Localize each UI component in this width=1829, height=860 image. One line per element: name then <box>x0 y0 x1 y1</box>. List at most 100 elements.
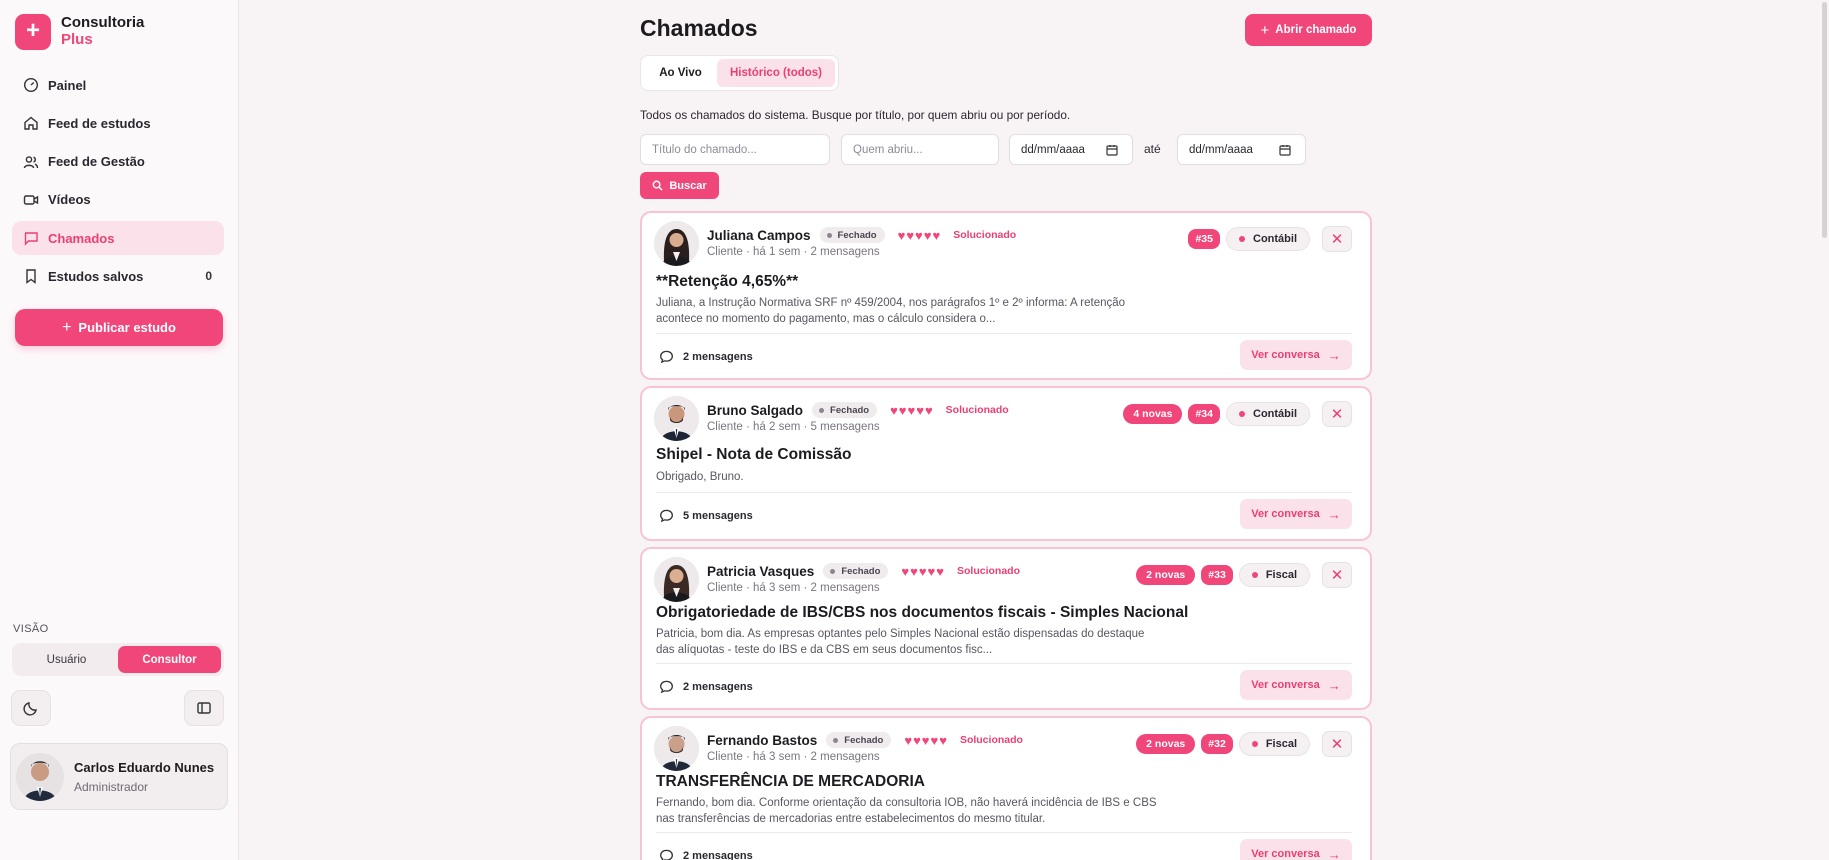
sidebar-item-feed-estudos[interactable]: Feed de estudos <box>12 106 224 140</box>
ticket-badges: 2 novas #32 Fiscal ✕ <box>1136 731 1352 757</box>
page-scrollbar[interactable] <box>1819 0 1829 860</box>
plus-icon: + <box>62 318 72 336</box>
ticket-card[interactable]: Bruno Salgado Fechado ♥♥♥♥♥ Solucionado … <box>640 386 1372 541</box>
chat-icon <box>24 232 38 246</box>
user-name: Carlos Eduardo Nunes <box>74 759 215 775</box>
publish-study-button[interactable]: + Publicar estudo <box>15 309 223 346</box>
divider <box>656 663 1352 664</box>
home-icon <box>24 116 38 130</box>
ticket-title: Shipel - Nota de Comissão <box>656 446 852 463</box>
ticket-excerpt: Obrigado, Bruno. <box>656 471 744 483</box>
ticket-meta: Cliente · há 2 sem · 5 mensagens <box>707 421 880 433</box>
view-conversation-button[interactable]: Ver conversa → <box>1240 670 1352 700</box>
category-label: Fiscal <box>1265 738 1297 750</box>
message-count-label: 2 mensagens <box>683 350 753 363</box>
ticket-author-name: Patricia Vasques <box>707 563 815 579</box>
view-option-consultor[interactable]: Consultor <box>118 646 221 673</box>
category-badge: Fiscal <box>1238 563 1310 587</box>
close-icon[interactable]: ✕ <box>1322 562 1352 588</box>
author-search-input[interactable]: Quem abriu... <box>841 134 999 165</box>
close-icon[interactable]: ✕ <box>1322 731 1352 757</box>
resolution-label: Solucionado <box>956 565 1020 577</box>
ticket-number-badge: #32 <box>1201 734 1233 754</box>
ticket-card[interactable]: Juliana Campos Fechado ♥♥♥♥♥ Solucionado… <box>640 211 1372 380</box>
ticket-header: Juliana Campos Fechado ♥♥♥♥♥ Solucionado <box>707 227 1016 243</box>
open-ticket-button[interactable]: + Abrir chamado <box>1245 14 1372 46</box>
status-badge: Fechado <box>812 402 878 418</box>
message-count-label: 5 mensagens <box>683 509 753 522</box>
category-badge: Fiscal <box>1238 732 1310 756</box>
message-count: 2 mensagens <box>659 848 753 860</box>
sidebar-item-label: Chamados <box>48 230 115 246</box>
user-card[interactable]: Carlos Eduardo Nunes Administrador <box>10 743 228 810</box>
arrow-right-icon: → <box>1327 347 1341 363</box>
ticket-card[interactable]: Fernando Bastos Fechado ♥♥♥♥♥ Solucionad… <box>640 716 1372 860</box>
date-to-input[interactable]: dd/mm/aaaa <box>1177 134 1306 165</box>
scrollbar-thumb[interactable] <box>1822 2 1827 238</box>
saved-count: 0 <box>205 269 212 284</box>
brand[interactable]: + Consultoria Plus <box>15 14 144 50</box>
sidebar: + Consultoria Plus Painel Feed de estudo… <box>0 0 239 860</box>
gauge-icon <box>23 77 39 93</box>
bookmark-icon <box>26 269 36 285</box>
plus-icon: + <box>1260 21 1270 39</box>
status-badge: Fechado <box>819 227 885 243</box>
sidebar-item-label: Feed de Gestão <box>48 154 145 170</box>
view-option-usuario[interactable]: Usuário <box>15 646 118 673</box>
sidebar-panel-icon <box>197 702 211 714</box>
sidebar-item-videos[interactable]: Vídeos <box>12 183 224 217</box>
divider <box>656 333 1352 334</box>
rating-hearts-icon: ♥♥♥♥♥ <box>901 563 945 579</box>
view-conversation-button[interactable]: Ver conversa → <box>1240 499 1352 529</box>
comment-icon <box>660 680 673 694</box>
view-conversation-label: Ver conversa <box>1251 848 1320 860</box>
ticket-excerpt: Fernando, bom dia. Conforme orientação d… <box>656 797 1157 825</box>
ticket-number-badge: #35 <box>1188 229 1220 249</box>
close-icon[interactable]: ✕ <box>1322 226 1352 252</box>
brand-line1: Consultoria <box>61 14 145 31</box>
ticket-author-name: Fernando Bastos <box>707 732 818 748</box>
visao-label: VISÃO <box>13 623 49 635</box>
view-conversation-label: Ver conversa <box>1251 508 1320 520</box>
sidebar-item-chamados[interactable]: Chamados <box>12 221 224 256</box>
title-search-input[interactable]: Título do chamado... <box>640 134 830 165</box>
avatar <box>654 726 699 771</box>
close-icon[interactable]: ✕ <box>1322 401 1352 427</box>
sidebar-item-estudos-salvos[interactable]: Estudos salvos 0 <box>12 259 224 293</box>
tabs: Ao Vivo Histórico (todos) <box>640 55 839 91</box>
tab-historico[interactable]: Histórico (todos) <box>717 59 835 87</box>
publish-study-label: Publicar estudo <box>78 320 176 335</box>
brand-logo-icon: + <box>15 14 51 50</box>
comment-icon <box>660 849 673 860</box>
category-label: Fiscal <box>1265 569 1297 581</box>
ticket-card[interactable]: Patricia Vasques Fechado ♥♥♥♥♥ Soluciona… <box>640 547 1372 710</box>
arrow-right-icon: → <box>1327 677 1341 693</box>
status-badge-label: Fechado <box>837 229 877 241</box>
new-messages-badge: 4 novas <box>1123 404 1183 424</box>
theme-toggle-button[interactable] <box>11 690 51 726</box>
ticket-header: Fernando Bastos Fechado ♥♥♥♥♥ Solucionad… <box>707 732 1023 748</box>
video-icon <box>23 195 39 205</box>
sidebar-item-feed-gestao[interactable]: Feed de Gestão <box>12 145 224 179</box>
calendar-icon <box>1106 144 1118 156</box>
collapse-sidebar-button[interactable] <box>184 690 224 726</box>
search-button[interactable]: Buscar <box>640 172 719 199</box>
avatar <box>654 396 699 441</box>
date-from-input[interactable]: dd/mm/aaaa <box>1009 134 1133 165</box>
resolution-label: Solucionado <box>945 404 1009 416</box>
brand-line2: Plus <box>61 31 93 48</box>
view-conversation-button[interactable]: Ver conversa → <box>1240 340 1352 370</box>
category-badge: Contábil <box>1226 402 1310 426</box>
ticket-badges: 2 novas #33 Fiscal ✕ <box>1136 562 1352 588</box>
users-icon <box>23 155 39 168</box>
resolution-label: Solucionado <box>953 229 1017 241</box>
category-badge: Contábil <box>1226 227 1310 251</box>
sidebar-item-painel[interactable]: Painel <box>12 68 224 102</box>
page-title: Chamados <box>640 15 758 41</box>
category-label: Contábil <box>1253 408 1297 420</box>
ticket-meta: Cliente · há 3 sem · 2 mensagens <box>707 582 880 594</box>
ticket-author-name: Juliana Campos <box>707 227 811 243</box>
tab-ao-vivo[interactable]: Ao Vivo <box>644 59 717 87</box>
view-conversation-button[interactable]: Ver conversa → <box>1240 839 1352 860</box>
view-conversation-label: Ver conversa <box>1251 349 1320 361</box>
